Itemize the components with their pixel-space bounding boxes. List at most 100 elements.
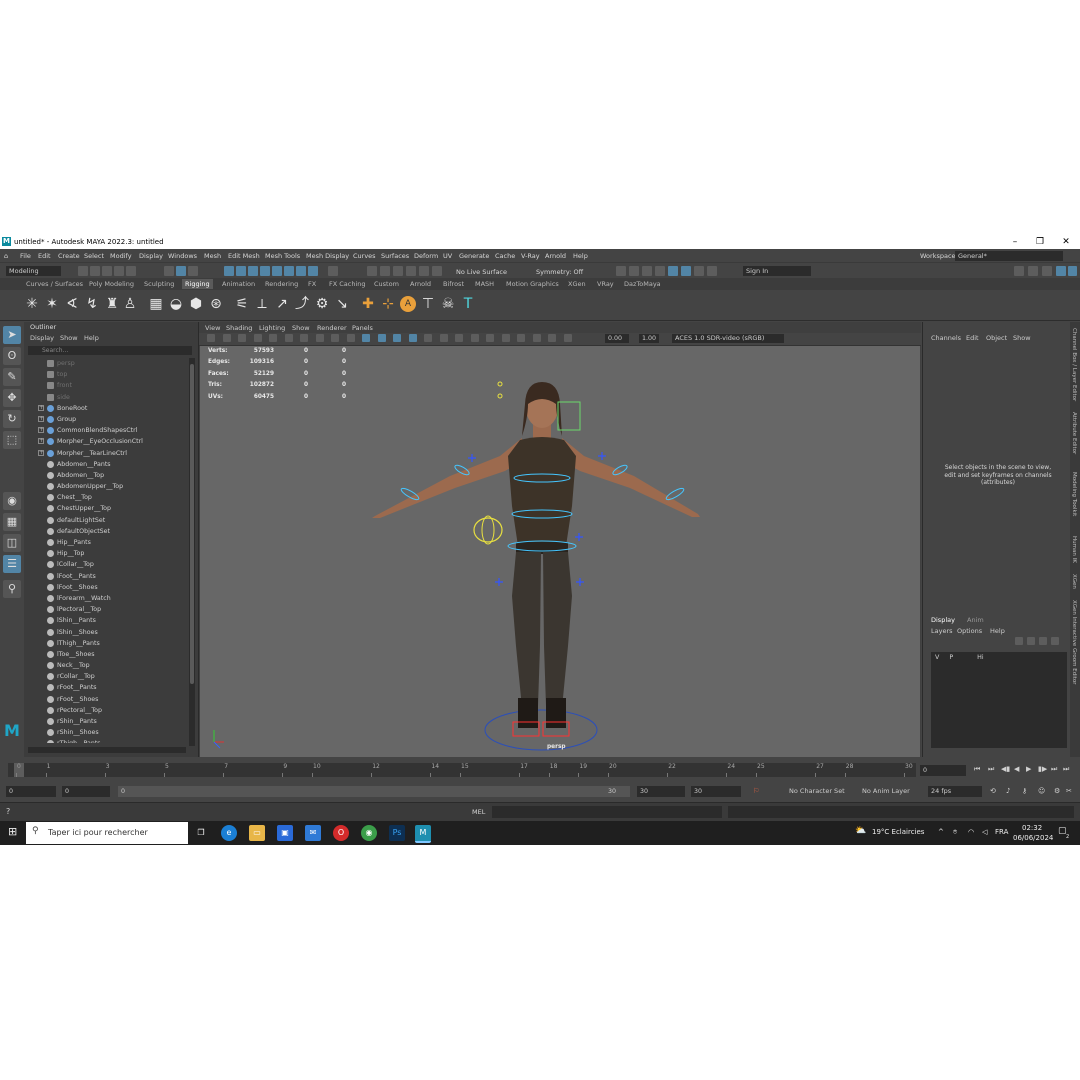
chrome-icon[interactable]: ◉ xyxy=(361,825,377,841)
layer-menu-options[interactable]: Options xyxy=(957,627,982,635)
weather-text[interactable]: 19°C Eclaircies xyxy=(872,828,924,836)
menu-select[interactable]: Select xyxy=(84,252,104,260)
insert-joint-icon[interactable]: ✶ xyxy=(44,296,60,312)
menu-windows[interactable]: Windows xyxy=(168,252,197,260)
expand-icon[interactable]: + xyxy=(38,438,44,445)
range-bar[interactable]: 0 30 xyxy=(118,786,630,797)
exposure-field[interactable]: 0.00 xyxy=(605,334,629,343)
layer-menu-layers[interactable]: Layers xyxy=(931,627,953,635)
lattice-icon[interactable]: ⬢ xyxy=(188,296,204,312)
channel-menu-show[interactable]: Show xyxy=(1013,334,1031,342)
four-view-icon[interactable]: ▦ xyxy=(3,513,21,531)
menu-generate[interactable]: Generate xyxy=(459,252,489,260)
pause-icon[interactable] xyxy=(707,266,717,276)
image-plane-icon[interactable] xyxy=(238,334,246,342)
outliner-set-item[interactable]: lForearm__Watch xyxy=(24,593,188,604)
side-tab-attribute-editor[interactable]: Attribute Editor xyxy=(1071,412,1077,454)
bone-tool-icon[interactable]: ⊤ xyxy=(420,296,436,312)
safe-action-icon[interactable] xyxy=(331,334,339,342)
shelf-tab-mash[interactable]: MASH xyxy=(475,280,494,288)
outliner-menu-help[interactable]: Help xyxy=(84,334,99,342)
outliner-toggle-icon[interactable] xyxy=(1068,266,1077,276)
menu-deform[interactable]: Deform xyxy=(414,252,438,260)
orient-constraint-icon[interactable]: ⤴ xyxy=(294,296,310,312)
menu-set-dropdown[interactable]: Modeling xyxy=(6,266,61,276)
outliner-group-item[interactable]: + Morpher__TearLineCtrl xyxy=(24,448,188,459)
snap-face-icon[interactable] xyxy=(308,266,318,276)
create-joints-icon[interactable]: ✳ xyxy=(24,296,40,312)
home-icon[interactable]: ⌂ xyxy=(4,252,8,260)
maya-taskbar-icon[interactable]: M xyxy=(415,825,431,843)
outliner-group-item[interactable]: + Morpher__EyeOcclusionCtrl xyxy=(24,436,188,447)
channel-box-icon[interactable] xyxy=(1056,266,1066,276)
two-view-icon[interactable]: ◫ xyxy=(3,534,21,552)
vp-menu-lighting[interactable]: Lighting xyxy=(259,324,285,332)
expand-icon[interactable]: + xyxy=(38,415,44,422)
use-lights-icon[interactable] xyxy=(424,334,432,342)
bookmark-icon[interactable] xyxy=(222,334,231,342)
outliner-set-item[interactable]: lShin__Pants xyxy=(24,615,188,626)
sign-in-dropdown[interactable]: Sign In xyxy=(743,266,811,276)
ambient-occlusion-icon[interactable] xyxy=(455,334,463,342)
menu-create[interactable]: Create xyxy=(58,252,80,260)
attribute-toggle-icon[interactable] xyxy=(1042,266,1052,276)
menu-mesh-display[interactable]: Mesh Display xyxy=(306,252,349,260)
wireframe-icon[interactable] xyxy=(362,334,370,342)
shelf-tab-motion-graphics[interactable]: Motion Graphics xyxy=(506,280,559,288)
live-surface-label[interactable]: No Live Surface xyxy=(456,268,507,276)
expand-icon[interactable]: + xyxy=(38,404,44,411)
menu-mesh[interactable]: Mesh xyxy=(204,252,221,260)
textured-icon[interactable] xyxy=(408,334,417,342)
vp-menu-shading[interactable]: Shading xyxy=(226,324,252,332)
select-component-icon[interactable] xyxy=(188,266,198,276)
animation-start-field[interactable]: 0 xyxy=(6,786,56,797)
vp-menu-panels[interactable]: Panels xyxy=(352,324,373,332)
outliner-camera-item[interactable]: side xyxy=(24,392,188,403)
outliner-group-item[interactable]: + BoneRoot xyxy=(24,403,188,414)
xray-active-icon[interactable] xyxy=(563,334,572,342)
default-material-icon[interactable] xyxy=(393,334,401,342)
isolate-select-icon[interactable] xyxy=(517,334,525,342)
step-forward-icon[interactable]: ⏭ xyxy=(1051,765,1057,774)
channel-menu-edit[interactable]: Edit xyxy=(966,334,979,342)
menu-display[interactable]: Display xyxy=(139,252,163,260)
outliner-set-item[interactable]: rFoot__Shoes xyxy=(24,694,188,705)
lock-icon[interactable] xyxy=(328,266,338,276)
menu-curves[interactable]: Curves xyxy=(353,252,376,260)
symmetry-label[interactable]: Symmetry: Off xyxy=(536,268,583,276)
channel-box-toggle-icon[interactable] xyxy=(681,266,691,276)
single-view-icon[interactable]: ◉ xyxy=(3,492,21,510)
play-backwards-icon[interactable]: ◀ xyxy=(1014,765,1019,773)
menu-edit[interactable]: Edit xyxy=(38,252,51,260)
time-icon[interactable] xyxy=(668,266,678,276)
outliner-camera-item[interactable]: top xyxy=(24,369,188,380)
menu-modify[interactable]: Modify xyxy=(110,252,132,260)
outliner-set-item[interactable]: rFoot__Pants xyxy=(24,682,188,693)
menu-cache[interactable]: Cache xyxy=(495,252,515,260)
menu-uv[interactable]: UV xyxy=(443,252,452,260)
shelf-tab-sculpting[interactable]: Sculpting xyxy=(144,280,174,288)
opera-icon[interactable]: O xyxy=(333,825,349,841)
outliner-set-item[interactable]: defaultObjectSet xyxy=(24,526,188,537)
skull-icon[interactable]: ☠ xyxy=(440,296,456,312)
restore-button[interactable]: ❐ xyxy=(1031,236,1049,248)
depth-of-field-icon[interactable] xyxy=(501,334,510,342)
point-constraint-icon[interactable]: ⟂ xyxy=(254,296,270,312)
outliner-set-item[interactable]: Hip__Pants xyxy=(24,537,188,548)
fps-dropdown[interactable]: 24 fps xyxy=(928,786,982,797)
time-slider-track[interactable]: 0135791012141517181920222425272830 xyxy=(8,763,916,777)
shelf-tab-animation[interactable]: Animation xyxy=(222,280,255,288)
rotate-tool-icon[interactable]: ↻ xyxy=(3,410,21,428)
outliner-set-item[interactable]: lPectoral__Top xyxy=(24,604,188,615)
animation-end-field[interactable]: 30 xyxy=(691,786,741,797)
quick-rig-icon[interactable]: ♜ xyxy=(104,296,120,312)
select-hierarchy-icon[interactable] xyxy=(164,266,174,276)
outliner-set-item[interactable]: rShin__Pants xyxy=(24,716,188,727)
shelf-tab-rigging[interactable]: Rigging xyxy=(182,279,213,289)
render-sequence-icon[interactable] xyxy=(629,266,639,276)
mail-icon[interactable]: ✉ xyxy=(305,825,321,841)
lasso-tool-icon[interactable]: ʘ xyxy=(3,347,21,365)
new-scene-icon[interactable] xyxy=(78,266,88,276)
outliner-camera-item[interactable]: front xyxy=(24,380,188,391)
shelf-tab-curves-surfaces[interactable]: Curves / Surfaces xyxy=(26,280,83,288)
